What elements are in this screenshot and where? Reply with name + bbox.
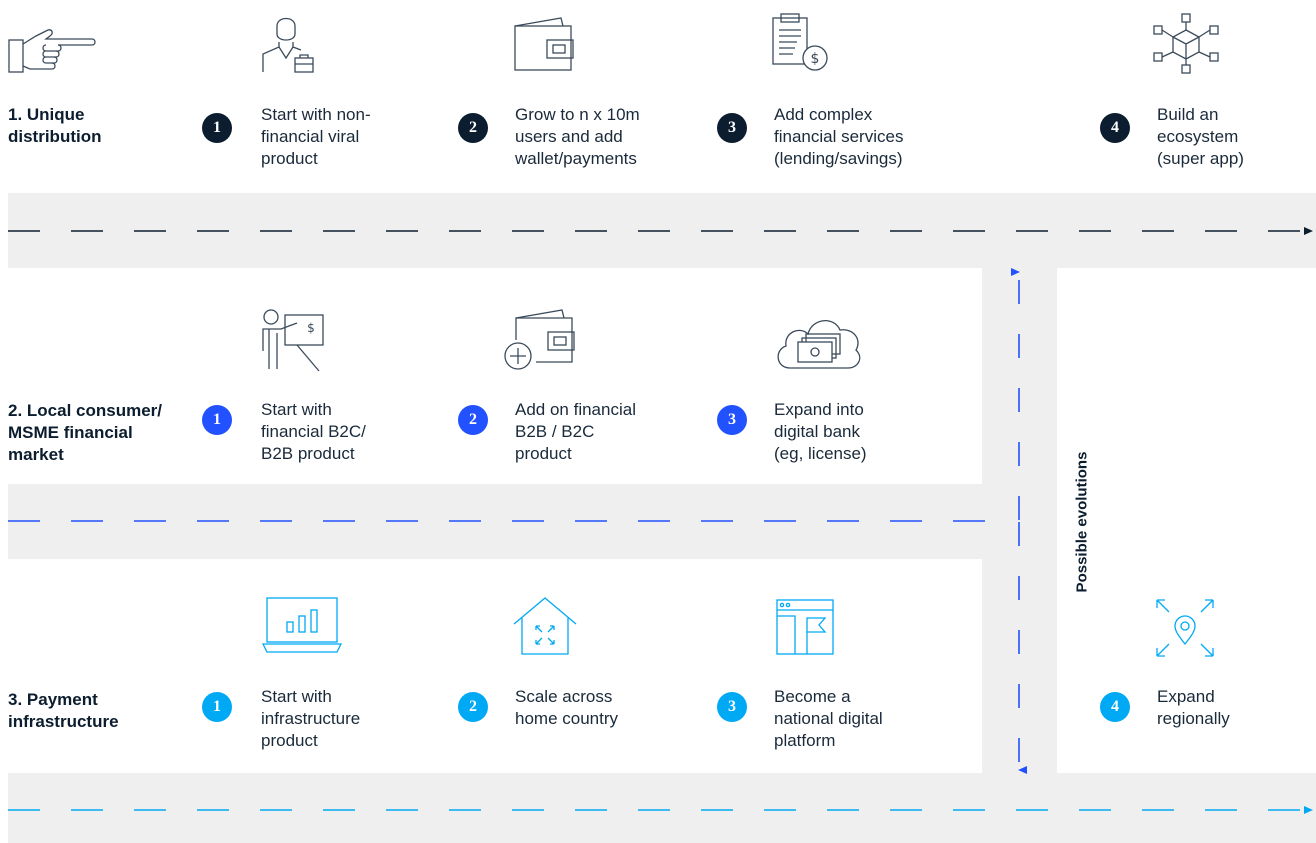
step-number: 1 — [202, 692, 232, 722]
possible-evolutions-label: Possible evolutions — [1073, 451, 1091, 593]
step-number: 2 — [458, 405, 488, 435]
step-text: Expand into digital bank (eg, license) — [774, 400, 867, 463]
house-expand-icon — [513, 597, 577, 655]
step-text: Start with non- financial viral product — [261, 105, 371, 168]
svg-text:$: $ — [811, 51, 820, 67]
cloud-money-icon — [777, 320, 861, 369]
step-text: Expand regionally — [1157, 687, 1230, 728]
step-text: Add complex financial services (lending/… — [774, 105, 904, 168]
step-number: 1 — [202, 405, 232, 435]
step-number: 3 — [717, 405, 747, 435]
step-number: 3 — [717, 113, 747, 143]
row-label-local-consumer: 2. Local consumer/ MSME financial market — [8, 401, 162, 464]
step-text: Start with infrastructure product — [261, 687, 361, 750]
step-text: Scale across home country — [515, 687, 618, 728]
businessperson-briefcase-icon — [262, 17, 314, 73]
step-number: 2 — [458, 113, 488, 143]
pointing-hand-icon — [8, 29, 96, 73]
network-cube-icon — [1153, 13, 1219, 74]
clipboard-dollar-icon: $ — [772, 13, 828, 71]
location-expand-icon — [1156, 599, 1214, 657]
row-label-payment-infrastructure: 3. Payment infrastructure — [8, 690, 119, 731]
step-number: 4 — [1100, 113, 1130, 143]
svg-text:$: $ — [307, 321, 315, 335]
step-text: Start with financial B2C/ B2B product — [261, 400, 366, 463]
laptop-chart-icon — [261, 597, 343, 653]
step-text: Add on financial B2B / B2C product — [515, 400, 636, 463]
step-number: 3 — [717, 692, 747, 722]
step-text: Grow to n x 10m users and add wallet/pay… — [515, 105, 640, 168]
wallet-plus-icon — [504, 309, 575, 370]
row-label-unique-distribution: 1. Unique distribution — [8, 105, 102, 146]
step-number: 1 — [202, 113, 232, 143]
step-number: 2 — [458, 692, 488, 722]
step-text: Build an ecosystem (super app) — [1157, 105, 1244, 168]
step-text: Become a national digital platform — [774, 687, 883, 750]
step-number: 4 — [1100, 692, 1130, 722]
browser-flag-icon — [776, 599, 834, 655]
presenter-dollar-icon: $ — [262, 309, 324, 372]
wallet-icon — [514, 17, 574, 71]
